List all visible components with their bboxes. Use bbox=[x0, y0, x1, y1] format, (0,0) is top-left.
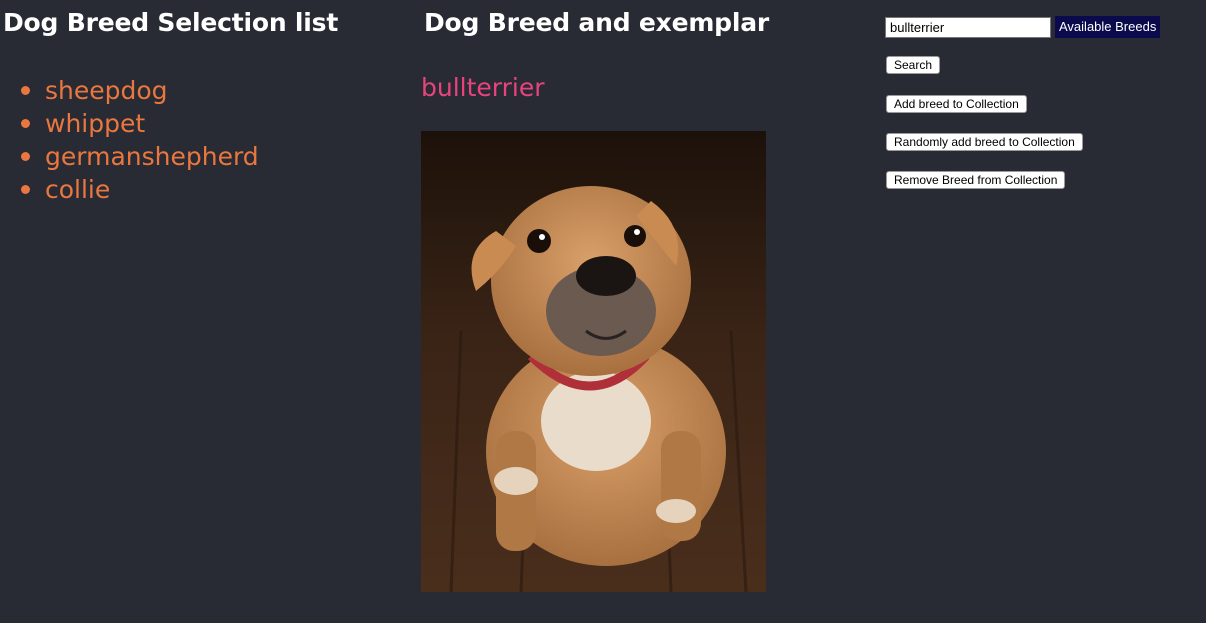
list-item[interactable]: collie bbox=[3, 173, 403, 206]
breed-label: sheepdog bbox=[45, 76, 168, 105]
selected-breed-name: bullterrier bbox=[421, 73, 545, 102]
breed-search-input[interactable] bbox=[885, 17, 1051, 38]
breed-label: whippet bbox=[45, 109, 146, 138]
breed-list: sheepdog whippet germanshepherd collie bbox=[3, 74, 403, 206]
random-add-breed-button[interactable]: Randomly add breed to Collection bbox=[886, 133, 1083, 151]
exemplar-title: Dog Breed and exemplar bbox=[424, 8, 770, 37]
dog-exemplar-image bbox=[421, 131, 766, 592]
list-item[interactable]: germanshepherd bbox=[3, 140, 403, 173]
bullet-icon bbox=[21, 119, 30, 128]
bullet-icon bbox=[21, 185, 30, 194]
app-page: Dog Breed Selection list sheepdog whippe… bbox=[0, 0, 1206, 623]
exemplar-panel: Dog Breed and exemplar bbox=[424, 6, 824, 40]
list-item[interactable]: whippet bbox=[3, 107, 403, 140]
bullet-icon bbox=[21, 86, 30, 95]
breed-label: collie bbox=[45, 175, 111, 204]
breed-selection-panel: Dog Breed Selection list sheepdog whippe… bbox=[3, 6, 403, 206]
bullet-icon bbox=[21, 152, 30, 161]
breed-label: germanshepherd bbox=[45, 142, 259, 171]
add-breed-button[interactable]: Add breed to Collection bbox=[886, 95, 1027, 113]
list-item[interactable]: sheepdog bbox=[3, 74, 403, 107]
search-button[interactable]: Search bbox=[886, 56, 941, 74]
available-breeds-label: Available Breeds bbox=[1055, 16, 1161, 38]
remove-breed-button[interactable]: Remove Breed from Collection bbox=[886, 171, 1066, 189]
selection-list-title: Dog Breed Selection list bbox=[3, 8, 339, 37]
